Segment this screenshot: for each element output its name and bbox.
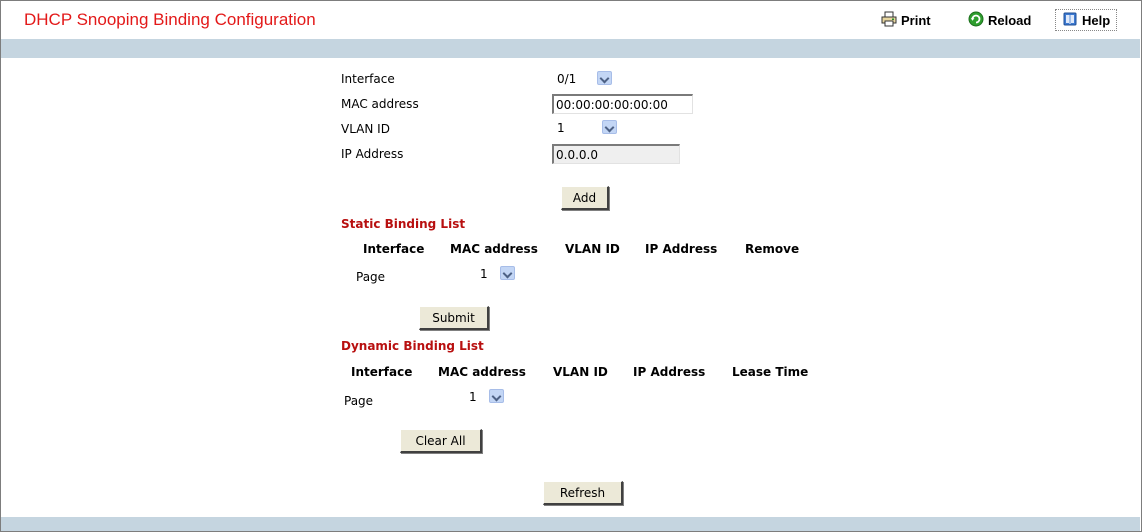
mac-label: MAC address (341, 97, 419, 111)
static-col-interface: Interface (363, 242, 425, 256)
help-label: Help (1082, 12, 1111, 28)
chevron-down-icon[interactable] (489, 389, 504, 403)
vlan-select[interactable]: 1 (554, 119, 617, 137)
dynamic-binding-list-title: Dynamic Binding List (341, 339, 484, 353)
page-title: DHCP Snooping Binding Configuration (24, 10, 316, 29)
toolbar-reload: Reload (962, 9, 1037, 31)
static-page-select[interactable]: 1 (477, 265, 515, 283)
static-col-ip: IP Address (645, 242, 718, 256)
chevron-down-icon[interactable] (500, 266, 515, 280)
dynamic-page-label: Page (344, 394, 374, 408)
interface-select[interactable]: 0/1 (554, 70, 612, 88)
dynamic-col-mac: MAC address (438, 365, 526, 379)
reload-label: Reload (988, 12, 1032, 28)
static-page-label: Page (356, 270, 386, 284)
static-col-vlan: VLAN ID (565, 242, 620, 256)
header-band (1, 39, 1140, 58)
interface-value: 0/1 (557, 72, 577, 86)
help-button[interactable]: Help (1055, 9, 1118, 31)
dynamic-col-vlan: VLAN ID (553, 365, 608, 379)
dynamic-page-select[interactable]: 1 (466, 388, 504, 406)
toolbar: Print (875, 9, 937, 31)
dynamic-col-ip: IP Address (633, 365, 706, 379)
print-button[interactable]: Print (875, 9, 937, 31)
vlan-label: VLAN ID (341, 122, 390, 136)
print-label: Print (901, 12, 931, 28)
ip-label: IP Address (341, 147, 404, 161)
submit-button[interactable]: Submit (419, 306, 489, 330)
mac-address-field[interactable] (552, 94, 693, 114)
static-binding-list-title: Static Binding List (341, 217, 466, 231)
reload-button[interactable]: Reload (962, 9, 1037, 31)
chevron-down-icon[interactable] (597, 71, 612, 85)
add-button[interactable]: Add (561, 186, 609, 210)
clear-all-button[interactable]: Clear All (400, 429, 482, 453)
static-page-value: 1 (480, 267, 488, 281)
dynamic-col-interface: Interface (351, 365, 413, 379)
static-col-remove: Remove (745, 242, 800, 256)
book-icon (1062, 11, 1078, 30)
interface-label: Interface (341, 72, 395, 86)
dynamic-col-lease-time: Lease Time (732, 365, 809, 379)
dynamic-page-value: 1 (469, 390, 477, 404)
footer-band (1, 517, 1140, 531)
static-col-mac: MAC address (450, 242, 538, 256)
refresh-icon (968, 11, 984, 30)
toolbar-help: Help (1055, 9, 1118, 31)
refresh-button[interactable]: Refresh (543, 481, 623, 505)
ip-address-field[interactable] (552, 144, 680, 164)
chevron-down-icon[interactable] (602, 120, 617, 134)
printer-icon (881, 11, 897, 30)
vlan-value: 1 (557, 121, 565, 135)
